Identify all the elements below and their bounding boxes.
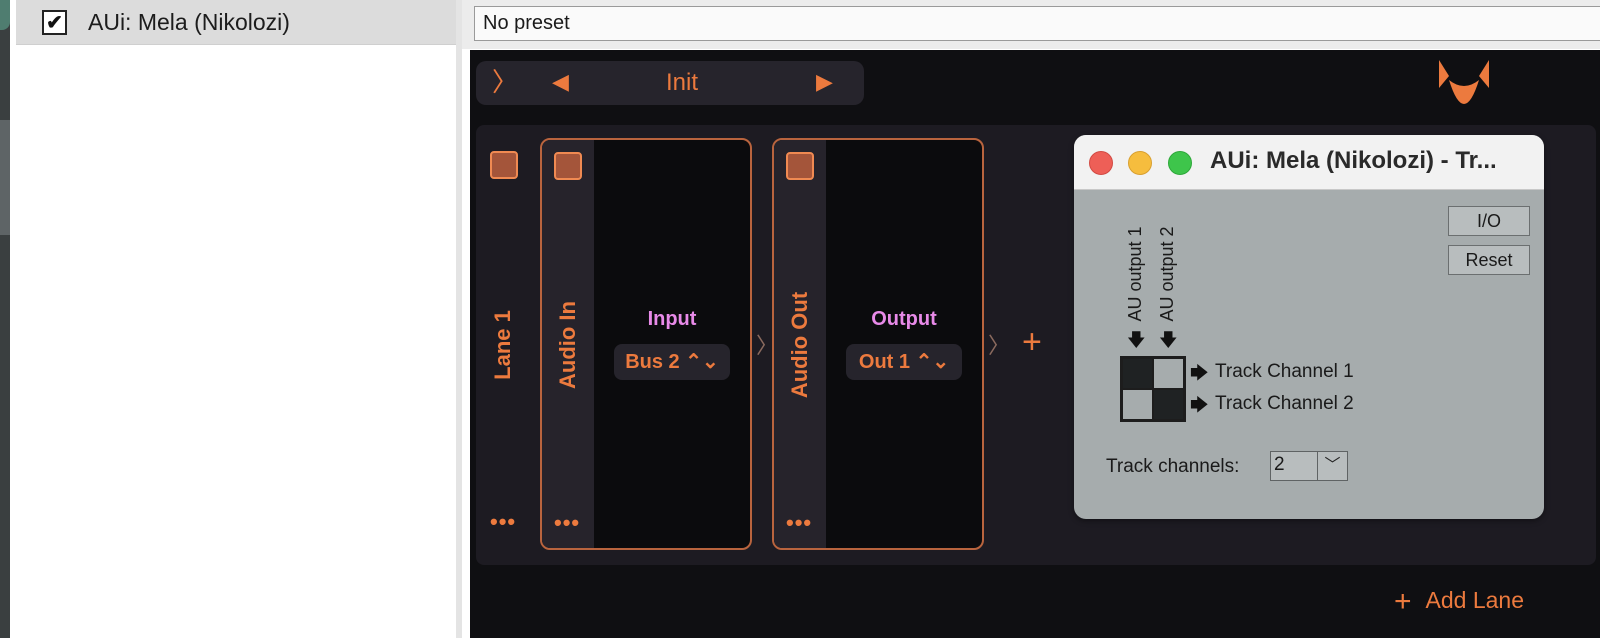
track-channels-label: Track channels: bbox=[1106, 456, 1240, 477]
audio-out-module: Audio Out ••• Output Out 1 ⌃⌄ bbox=[772, 138, 984, 550]
module-title: Input bbox=[647, 308, 697, 330]
matrix-cell[interactable] bbox=[1122, 358, 1153, 389]
reset-button[interactable]: Reset bbox=[1448, 245, 1530, 275]
lane-more-icon[interactable]: ••• bbox=[490, 511, 516, 533]
routing-matrix bbox=[1120, 356, 1186, 422]
close-window-button[interactable] bbox=[1089, 151, 1113, 175]
edge-accent bbox=[0, 0, 10, 30]
preset-navigator: 〉 ◀ Init ▶ bbox=[476, 61, 864, 105]
add-module-icon[interactable]: + bbox=[1022, 325, 1042, 359]
zoom-window-button[interactable] bbox=[1168, 151, 1192, 175]
output-column-label: AU output 1 bbox=[1125, 226, 1145, 322]
output-select[interactable]: Out 1 ⌃⌄ bbox=[846, 344, 962, 380]
window-title: AUi: Mela (Nikolozi) - Tr... bbox=[1210, 147, 1497, 174]
lane-name[interactable]: Lane 1 bbox=[490, 265, 516, 425]
arrow-down-icon: 🡇 bbox=[1159, 330, 1178, 350]
io-routing-window: AUi: Mela (Nikolozi) - Tr... I/O Reset A… bbox=[1074, 135, 1544, 519]
module-enable-toggle[interactable] bbox=[786, 152, 814, 180]
matrix-cell[interactable] bbox=[1153, 358, 1184, 389]
arrow-down-icon: 🡇 bbox=[1127, 330, 1146, 350]
previous-preset-icon[interactable]: ◀ bbox=[552, 66, 569, 98]
audio-in-module: Audio In ••• Input Bus 2 ⌃⌄ bbox=[540, 138, 752, 550]
plus-icon: + bbox=[1394, 585, 1412, 618]
arrow-right-icon: 🡆 bbox=[1190, 395, 1209, 415]
mela-logo-icon bbox=[1439, 60, 1489, 104]
track-channels-select[interactable]: 2 ﹀ bbox=[1270, 451, 1348, 481]
track-channel-label: Track Channel 2 bbox=[1215, 393, 1354, 414]
module-name: Audio Out bbox=[787, 291, 812, 399]
module-title: Output bbox=[871, 308, 937, 330]
matrix-cell[interactable] bbox=[1153, 389, 1184, 420]
window-titlebar[interactable]: AUi: Mela (Nikolozi) - Tr... bbox=[1074, 135, 1544, 190]
lane-chevron-icon: 〉 bbox=[988, 333, 1011, 358]
lane-enable-toggle[interactable] bbox=[490, 151, 518, 179]
track-channels-value: 2 bbox=[1274, 454, 1285, 475]
input-bus-select[interactable]: Bus 2 ⌃⌄ bbox=[614, 344, 730, 380]
plugin-name-label: AUi: Mela (Nikolozi) bbox=[88, 9, 290, 35]
track-channel-label: Track Channel 1 bbox=[1215, 361, 1354, 382]
edge-segment bbox=[0, 120, 10, 235]
next-preset-icon[interactable]: ▶ bbox=[816, 66, 833, 98]
output-column-label: AU output 2 bbox=[1157, 226, 1177, 322]
chevron-right-icon[interactable]: 〉 bbox=[492, 66, 518, 98]
plugin-enable-checkbox[interactable]: ✔ bbox=[42, 10, 67, 35]
pane-divider[interactable] bbox=[456, 0, 462, 638]
minimize-window-button[interactable] bbox=[1128, 151, 1152, 175]
module-name: Audio In bbox=[555, 301, 580, 389]
arrow-right-icon: 🡆 bbox=[1190, 363, 1209, 383]
preset-bar: No preset bbox=[462, 0, 1600, 49]
io-button[interactable]: I/O bbox=[1448, 206, 1530, 236]
module-enable-toggle[interactable] bbox=[554, 152, 582, 180]
add-lane-label: Add Lane bbox=[1425, 587, 1525, 613]
module-more-icon[interactable]: ••• bbox=[786, 512, 812, 534]
chevron-down-icon[interactable]: ﹀ bbox=[1317, 452, 1347, 480]
module-more-icon[interactable]: ••• bbox=[554, 512, 580, 534]
plugin-list-item[interactable]: ✔ AUi: Mela (Nikolozi) bbox=[16, 0, 456, 45]
preset-field[interactable]: No preset bbox=[474, 6, 1600, 41]
add-lane-button[interactable]: + Add Lane bbox=[1394, 585, 1524, 619]
preset-name[interactable]: Init bbox=[666, 69, 698, 97]
window-edge-strip bbox=[0, 0, 10, 638]
matrix-cell[interactable] bbox=[1122, 389, 1153, 420]
plugin-list: ✔ AUi: Mela (Nikolozi) bbox=[16, 0, 456, 638]
